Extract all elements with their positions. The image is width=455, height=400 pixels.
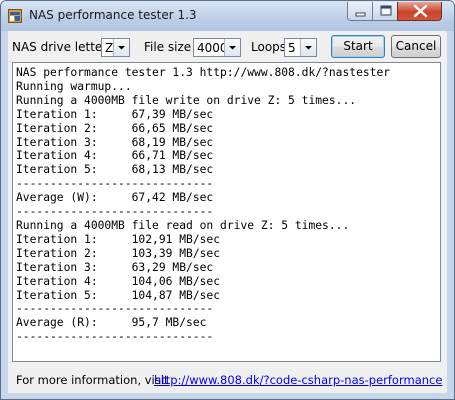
log-line: Iteration 5: 68,13 MB/sec <box>16 163 214 177</box>
close-icon <box>413 4 428 18</box>
app-icon <box>8 9 22 23</box>
log-line: Iteration 5: 104,87 MB/sec <box>16 288 221 302</box>
chevron-down-icon <box>229 46 236 50</box>
title-bar[interactable]: NAS performance tester 1.3 <box>1 1 454 31</box>
footer-info-text: For more information, visit <box>16 373 169 387</box>
log-line: Iteration 4: 104,06 MB/sec <box>16 274 221 288</box>
file-size-label: File size <box>144 40 192 54</box>
app-window: NAS performance tester 1.3 NAS drive let… <box>0 0 455 400</box>
log-line: Iteration 4: 66,71 MB/sec <box>16 149 214 163</box>
drive-letter-label: NAS drive letter <box>12 40 108 54</box>
client-area: NAS drive letter Z File size 4000 Loops … <box>8 31 447 393</box>
log-line: Running a 4000MB file write on drive Z: … <box>16 93 357 107</box>
log-line: Running a 4000MB file read on drive Z: 5… <box>16 218 350 232</box>
log-line: Iteration 2: 66,65 MB/sec <box>16 121 214 135</box>
log-line: Average (W): 67,42 MB/sec <box>16 191 214 205</box>
minimize-icon <box>355 12 366 17</box>
file-size-dropdown[interactable] <box>224 39 240 56</box>
log-line: Iteration 3: 68,19 MB/sec <box>16 135 214 149</box>
chevron-down-icon <box>305 46 312 50</box>
close-button[interactable] <box>397 2 442 21</box>
log-line: Running warmup... <box>16 79 132 93</box>
window-title: NAS performance tester 1.3 <box>29 8 197 22</box>
file-size-select[interactable]: 4000 <box>193 38 241 57</box>
log-line: Iteration 1: 67,39 MB/sec <box>16 107 214 121</box>
log-line: Iteration 1: 102,91 MB/sec <box>16 232 221 246</box>
log-line: ----------------------------- <box>16 205 214 219</box>
footer-link[interactable]: http://www.808.dk/?code-csharp-nas-perfo… <box>154 373 442 387</box>
maximize-button[interactable] <box>372 2 398 21</box>
loops-select[interactable]: 5 <box>284 38 317 57</box>
file-size-value: 4000 <box>197 41 228 55</box>
log-line: NAS performance tester 1.3 http://www.80… <box>16 66 391 79</box>
minimize-button[interactable] <box>347 2 373 21</box>
loops-value: 5 <box>288 41 296 55</box>
cancel-button[interactable]: Cancel <box>391 35 441 58</box>
log-line: ----------------------------- <box>16 330 214 344</box>
output-log-text: NAS performance tester 1.3 http://www.80… <box>13 63 440 344</box>
maximize-icon <box>380 5 392 16</box>
start-button[interactable]: Start <box>331 35 385 58</box>
drive-letter-dropdown[interactable] <box>113 39 129 56</box>
chevron-down-icon <box>118 46 125 50</box>
log-line: ----------------------------- <box>16 302 214 316</box>
output-log[interactable]: NAS performance tester 1.3 http://www.80… <box>12 62 441 362</box>
log-line: ----------------------------- <box>16 177 214 191</box>
drive-letter-value: Z <box>105 41 114 55</box>
log-line: Iteration 3: 63,29 MB/sec <box>16 260 214 274</box>
drive-letter-select[interactable]: Z <box>101 38 130 57</box>
loops-dropdown[interactable] <box>300 39 316 56</box>
log-line: Iteration 2: 103,39 MB/sec <box>16 246 221 260</box>
loops-label: Loops <box>251 40 287 54</box>
log-line: Average (R): 95,7 MB/sec <box>16 316 207 330</box>
